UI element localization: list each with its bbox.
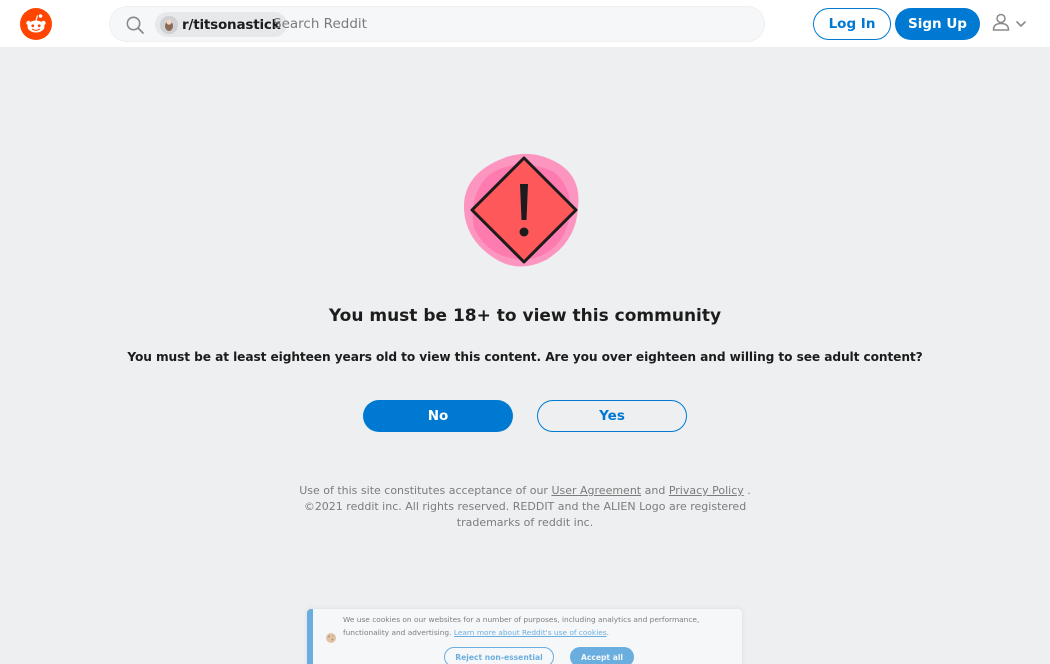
top-header: r/titsonastick Log In Sign Up (0, 0, 1050, 48)
legal-and: and (641, 484, 669, 497)
warning-icon (460, 150, 588, 272)
search-bar[interactable]: r/titsonastick (109, 6, 765, 42)
age-gate-title: You must be 18+ to view this community (328, 306, 722, 326)
reddit-logo-icon[interactable] (20, 8, 52, 40)
age-gate-message: You must be at least eighteen years old … (127, 350, 923, 364)
log-in-button[interactable]: Log In (813, 8, 891, 40)
cookie-link-suffix: . (606, 627, 610, 637)
cookie-text: We use cookies on our websites for a num… (343, 614, 741, 639)
search-icon (125, 15, 145, 35)
yes-button[interactable]: Yes (537, 400, 687, 432)
community-avatar-icon (160, 15, 178, 34)
copyright-text: ©2021 reddit inc. All rights reserved. R… (303, 500, 747, 529)
legal-suffix: . (743, 484, 751, 497)
privacy-policy-link[interactable]: Privacy Policy (669, 484, 744, 497)
cookie-learn-more-link[interactable]: Learn more about Reddit's use of cookies (454, 628, 607, 637)
user-menu-dropdown[interactable] (990, 13, 1034, 35)
sign-up-button[interactable]: Sign Up (895, 8, 980, 40)
reject-non-essential-button[interactable]: Reject non-essential (444, 647, 554, 664)
cookie-icon (325, 629, 337, 643)
user-icon (990, 11, 1012, 37)
chevron-down-icon (1015, 15, 1027, 34)
community-chip-label: r/titsonastick (182, 16, 281, 33)
community-chip[interactable]: r/titsonastick (155, 12, 288, 37)
cookie-banner: We use cookies on our websites for a num… (307, 609, 742, 664)
search-input[interactable] (273, 13, 743, 35)
no-button[interactable]: No (363, 400, 513, 432)
legal-footer: Use of this site constitutes acceptance … (295, 483, 755, 531)
user-agreement-link[interactable]: User Agreement (551, 484, 641, 497)
accept-all-button[interactable]: Accept all (570, 647, 634, 664)
legal-prefix: Use of this site constitutes acceptance … (299, 484, 552, 497)
